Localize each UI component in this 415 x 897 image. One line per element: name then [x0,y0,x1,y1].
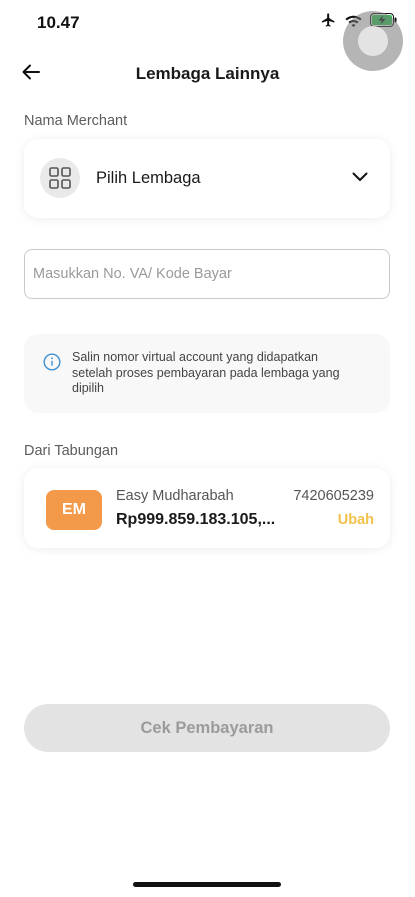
grid-icon [40,158,80,198]
check-payment-button[interactable]: Cek Pembayaran [24,704,390,752]
merchant-select-text: Pilih Lembaga [96,169,201,187]
account-balance: Rp999.859.183.105,... [116,511,276,528]
account-name: Easy Mudharabah [116,488,234,504]
merchant-label: Nama Merchant [24,113,128,129]
info-icon [43,353,61,376]
merchant-select[interactable]: Pilih Lembaga [24,139,390,218]
va-code-input[interactable] [24,249,390,299]
chevron-down-icon [352,169,368,187]
info-box: Salin nomor virtual account yang didapat… [24,334,390,413]
account-number: 7420605239 [293,488,374,504]
header: Lembaga Lainnya [0,50,415,98]
change-account-link[interactable]: Ubah [338,512,374,528]
airplane-icon [320,12,337,28]
info-text: Salin nomor virtual account yang didapat… [72,350,340,395]
screen: 10.47 Lembaga Lainnya Nama Merchant Pili… [0,0,415,897]
account-card: EM Easy Mudharabah Rp999.859.183.105,...… [24,468,390,548]
status-time: 10.47 [37,13,80,32]
home-indicator[interactable] [133,882,281,887]
account-badge: EM [46,490,102,530]
source-account-label: Dari Tabungan [24,443,119,459]
page-title: Lembaga Lainnya [135,64,280,83]
